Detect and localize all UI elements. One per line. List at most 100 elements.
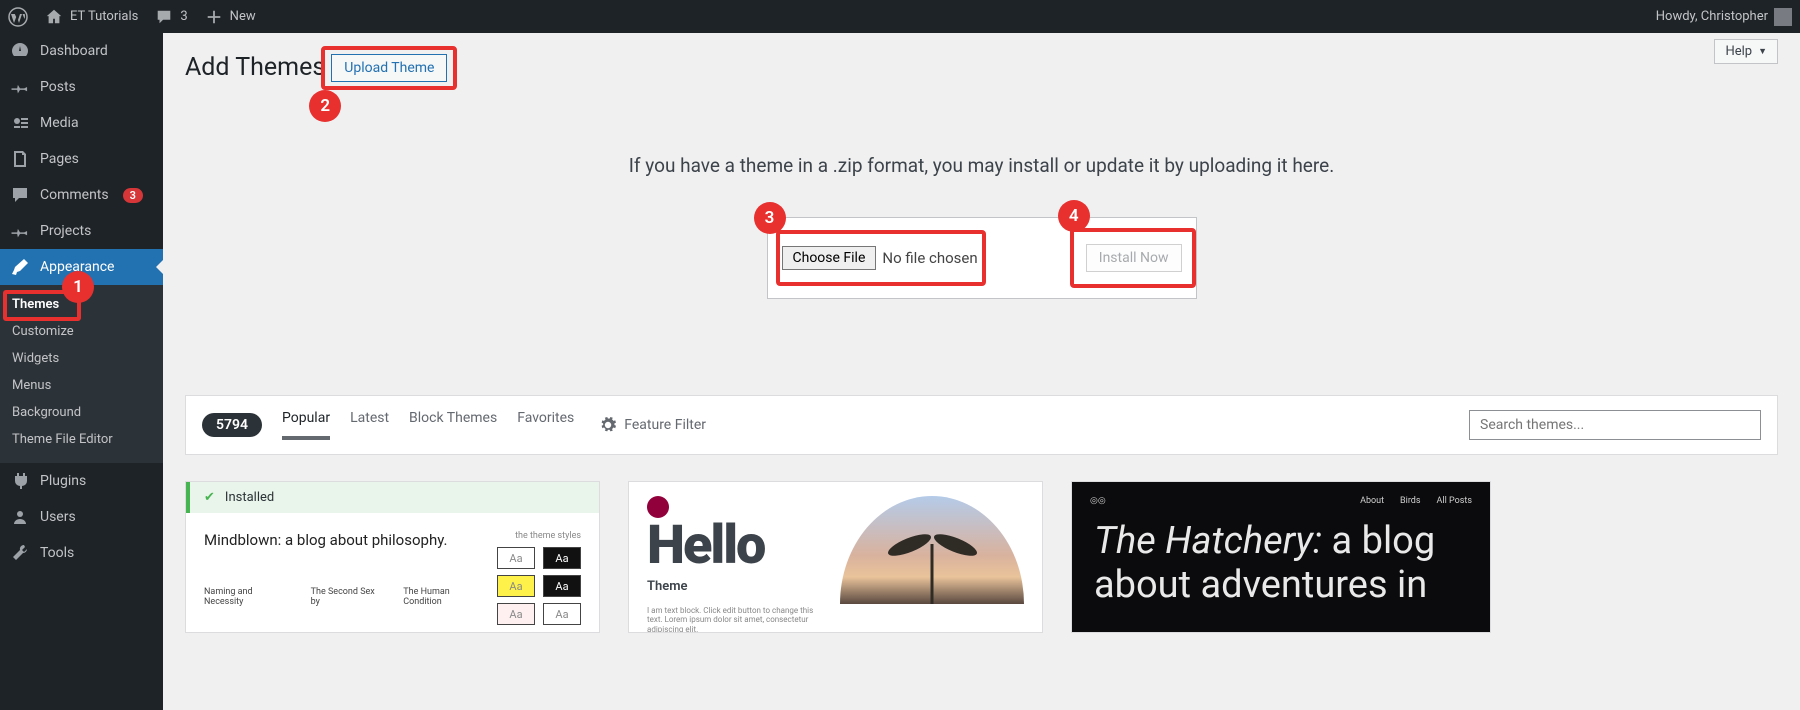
theme-preview-title: The Hatchery: a blog about adventures in — [1072, 520, 1490, 607]
nav-item: All Posts — [1437, 496, 1472, 506]
sidebar-item-projects[interactable]: Projects — [0, 213, 163, 249]
theme-preview-title: Mindblown: a blog about philosophy. — [204, 531, 487, 549]
gear-icon — [600, 417, 616, 433]
page-title: Add Themes — [185, 53, 325, 82]
theme-preview-image — [840, 496, 1024, 604]
admin-sidebar: Dashboard Posts Media Pages Comments 3 P… — [0, 33, 163, 710]
tab-latest[interactable]: Latest — [350, 410, 389, 440]
pin-icon — [10, 221, 30, 241]
tab-favorites[interactable]: Favorites — [517, 410, 574, 440]
account-link[interactable]: Howdy, Christopher — [1648, 0, 1800, 33]
theme-preview: Mindblown: a blog about philosophy. Nami… — [186, 513, 599, 621]
sidebar-item-plugins[interactable]: Plugins — [0, 463, 163, 499]
theme-preview-booklist: Naming and Necessity The Second Sex by T… — [204, 587, 487, 607]
list-item: The Human Condition — [403, 587, 487, 607]
annotation-box-4 — [1070, 228, 1196, 288]
search-themes-input[interactable] — [1469, 410, 1761, 440]
theme-count: 5794 — [202, 413, 262, 437]
brush-icon — [10, 257, 30, 277]
logo-icon: ◎◎ — [1090, 496, 1106, 506]
sidebar-item-label: Posts — [40, 79, 76, 95]
sidebar-item-label: Tools — [40, 545, 74, 561]
swatch-label: the theme styles — [515, 531, 581, 541]
sidebar-item-comments[interactable]: Comments 3 — [0, 177, 163, 213]
sidebar-item-label: Projects — [40, 223, 91, 239]
annotation-circle-1: 1 — [62, 271, 94, 303]
content-area: Help ▼ Add Themes 2 Upload Theme If you … — [163, 33, 1800, 710]
plugin-icon — [10, 471, 30, 491]
new-link[interactable]: New — [196, 0, 264, 33]
wp-logo[interactable] — [0, 0, 36, 33]
submenu-menus[interactable]: Menus — [0, 372, 163, 399]
avatar — [1774, 8, 1792, 26]
theme-card[interactable]: Hello Theme I am text block. Click edit … — [628, 481, 1043, 633]
new-label: New — [230, 9, 256, 24]
title-em: The Hatchery: — [1094, 519, 1322, 563]
sidebar-item-label: Dashboard — [40, 43, 108, 59]
theme-preview: Hello Theme I am text block. Click edit … — [629, 482, 1042, 632]
list-item: The Second Sex by — [311, 587, 384, 607]
sidebar-item-label: Plugins — [40, 473, 86, 489]
list-item: Naming and Necessity — [204, 587, 291, 607]
feature-filter-button[interactable]: Feature Filter — [600, 417, 706, 433]
tab-popular[interactable]: Popular — [282, 410, 330, 440]
upload-info-text: If you have a theme in a .zip format, yo… — [185, 154, 1778, 177]
sidebar-item-label: Media — [40, 115, 79, 131]
media-icon — [10, 113, 30, 133]
swatch: Aa — [543, 547, 581, 569]
sidebar-item-tools[interactable]: Tools — [0, 535, 163, 571]
comments-link[interactable]: 3 — [146, 0, 195, 33]
swatch: Aa — [497, 603, 535, 625]
tools-icon — [10, 543, 30, 563]
annotation-circle-3: 3 — [754, 202, 786, 234]
nav-item: Birds — [1400, 496, 1420, 506]
annotation-circle-4: 4 — [1058, 200, 1090, 232]
sidebar-item-label: Pages — [40, 151, 79, 167]
theme-card[interactable]: ✔ Installed Mindblown: a blog about phil… — [185, 481, 600, 633]
tab-block-themes[interactable]: Block Themes — [409, 410, 497, 440]
sidebar-item-media[interactable]: Media — [0, 105, 163, 141]
plus-icon — [204, 7, 224, 27]
home-icon — [44, 7, 64, 27]
howdy-text: Howdy, Christopher — [1656, 9, 1768, 24]
theme-card[interactable]: ◎◎ About Birds All Posts The Hatchery: a… — [1071, 481, 1491, 633]
page-icon — [10, 149, 30, 169]
sidebar-item-posts[interactable]: Posts — [0, 69, 163, 105]
feature-filter-label: Feature Filter — [624, 417, 706, 433]
site-name-label: ET Tutorials — [70, 9, 138, 24]
users-icon — [10, 507, 30, 527]
submenu-themes[interactable]: 1 Themes — [0, 291, 163, 318]
site-link[interactable]: ET Tutorials — [36, 0, 146, 33]
sidebar-item-dashboard[interactable]: Dashboard — [0, 33, 163, 69]
sidebar-item-pages[interactable]: Pages — [0, 141, 163, 177]
swatch: Aa — [497, 547, 535, 569]
annotation-box-3 — [776, 230, 986, 286]
sidebar-item-label: Users — [40, 509, 76, 525]
upload-panel: 3 Choose File No file chosen 4 Install N… — [767, 217, 1197, 299]
pin-icon — [10, 77, 30, 97]
wordpress-icon — [8, 7, 28, 27]
theme-grid: ✔ Installed Mindblown: a blog about phil… — [185, 481, 1778, 633]
submenu-widgets[interactable]: Widgets — [0, 345, 163, 372]
theme-preview-nav: ◎◎ About Birds All Posts — [1072, 482, 1490, 520]
admin-bar: ET Tutorials 3 New Howdy, Christopher — [0, 0, 1800, 33]
nav-item: About — [1360, 496, 1384, 506]
swatch: Aa — [543, 603, 581, 625]
submenu-editor[interactable]: Theme File Editor — [0, 426, 163, 453]
dashboard-icon — [10, 41, 30, 61]
annotation-box-2 — [321, 46, 457, 90]
theme-preview-subtitle: Theme — [647, 579, 826, 594]
comment-icon — [154, 7, 174, 27]
swatch: Aa — [543, 575, 581, 597]
annotation-circle-2: 2 — [309, 90, 341, 122]
swatch: Aa — [497, 575, 535, 597]
theme-browser-bar: 5794 Popular Latest Block Themes Favorit… — [185, 395, 1778, 455]
comment-icon — [10, 185, 30, 205]
submenu-customize[interactable]: Customize — [0, 318, 163, 345]
theme-preview-lorem: I am text block. Click edit button to ch… — [647, 606, 826, 633]
comments-badge: 3 — [123, 188, 143, 203]
submenu-background[interactable]: Background — [0, 399, 163, 426]
comments-count: 3 — [180, 9, 187, 24]
sidebar-item-users[interactable]: Users — [0, 499, 163, 535]
installed-badge: ✔ Installed — [186, 482, 599, 513]
